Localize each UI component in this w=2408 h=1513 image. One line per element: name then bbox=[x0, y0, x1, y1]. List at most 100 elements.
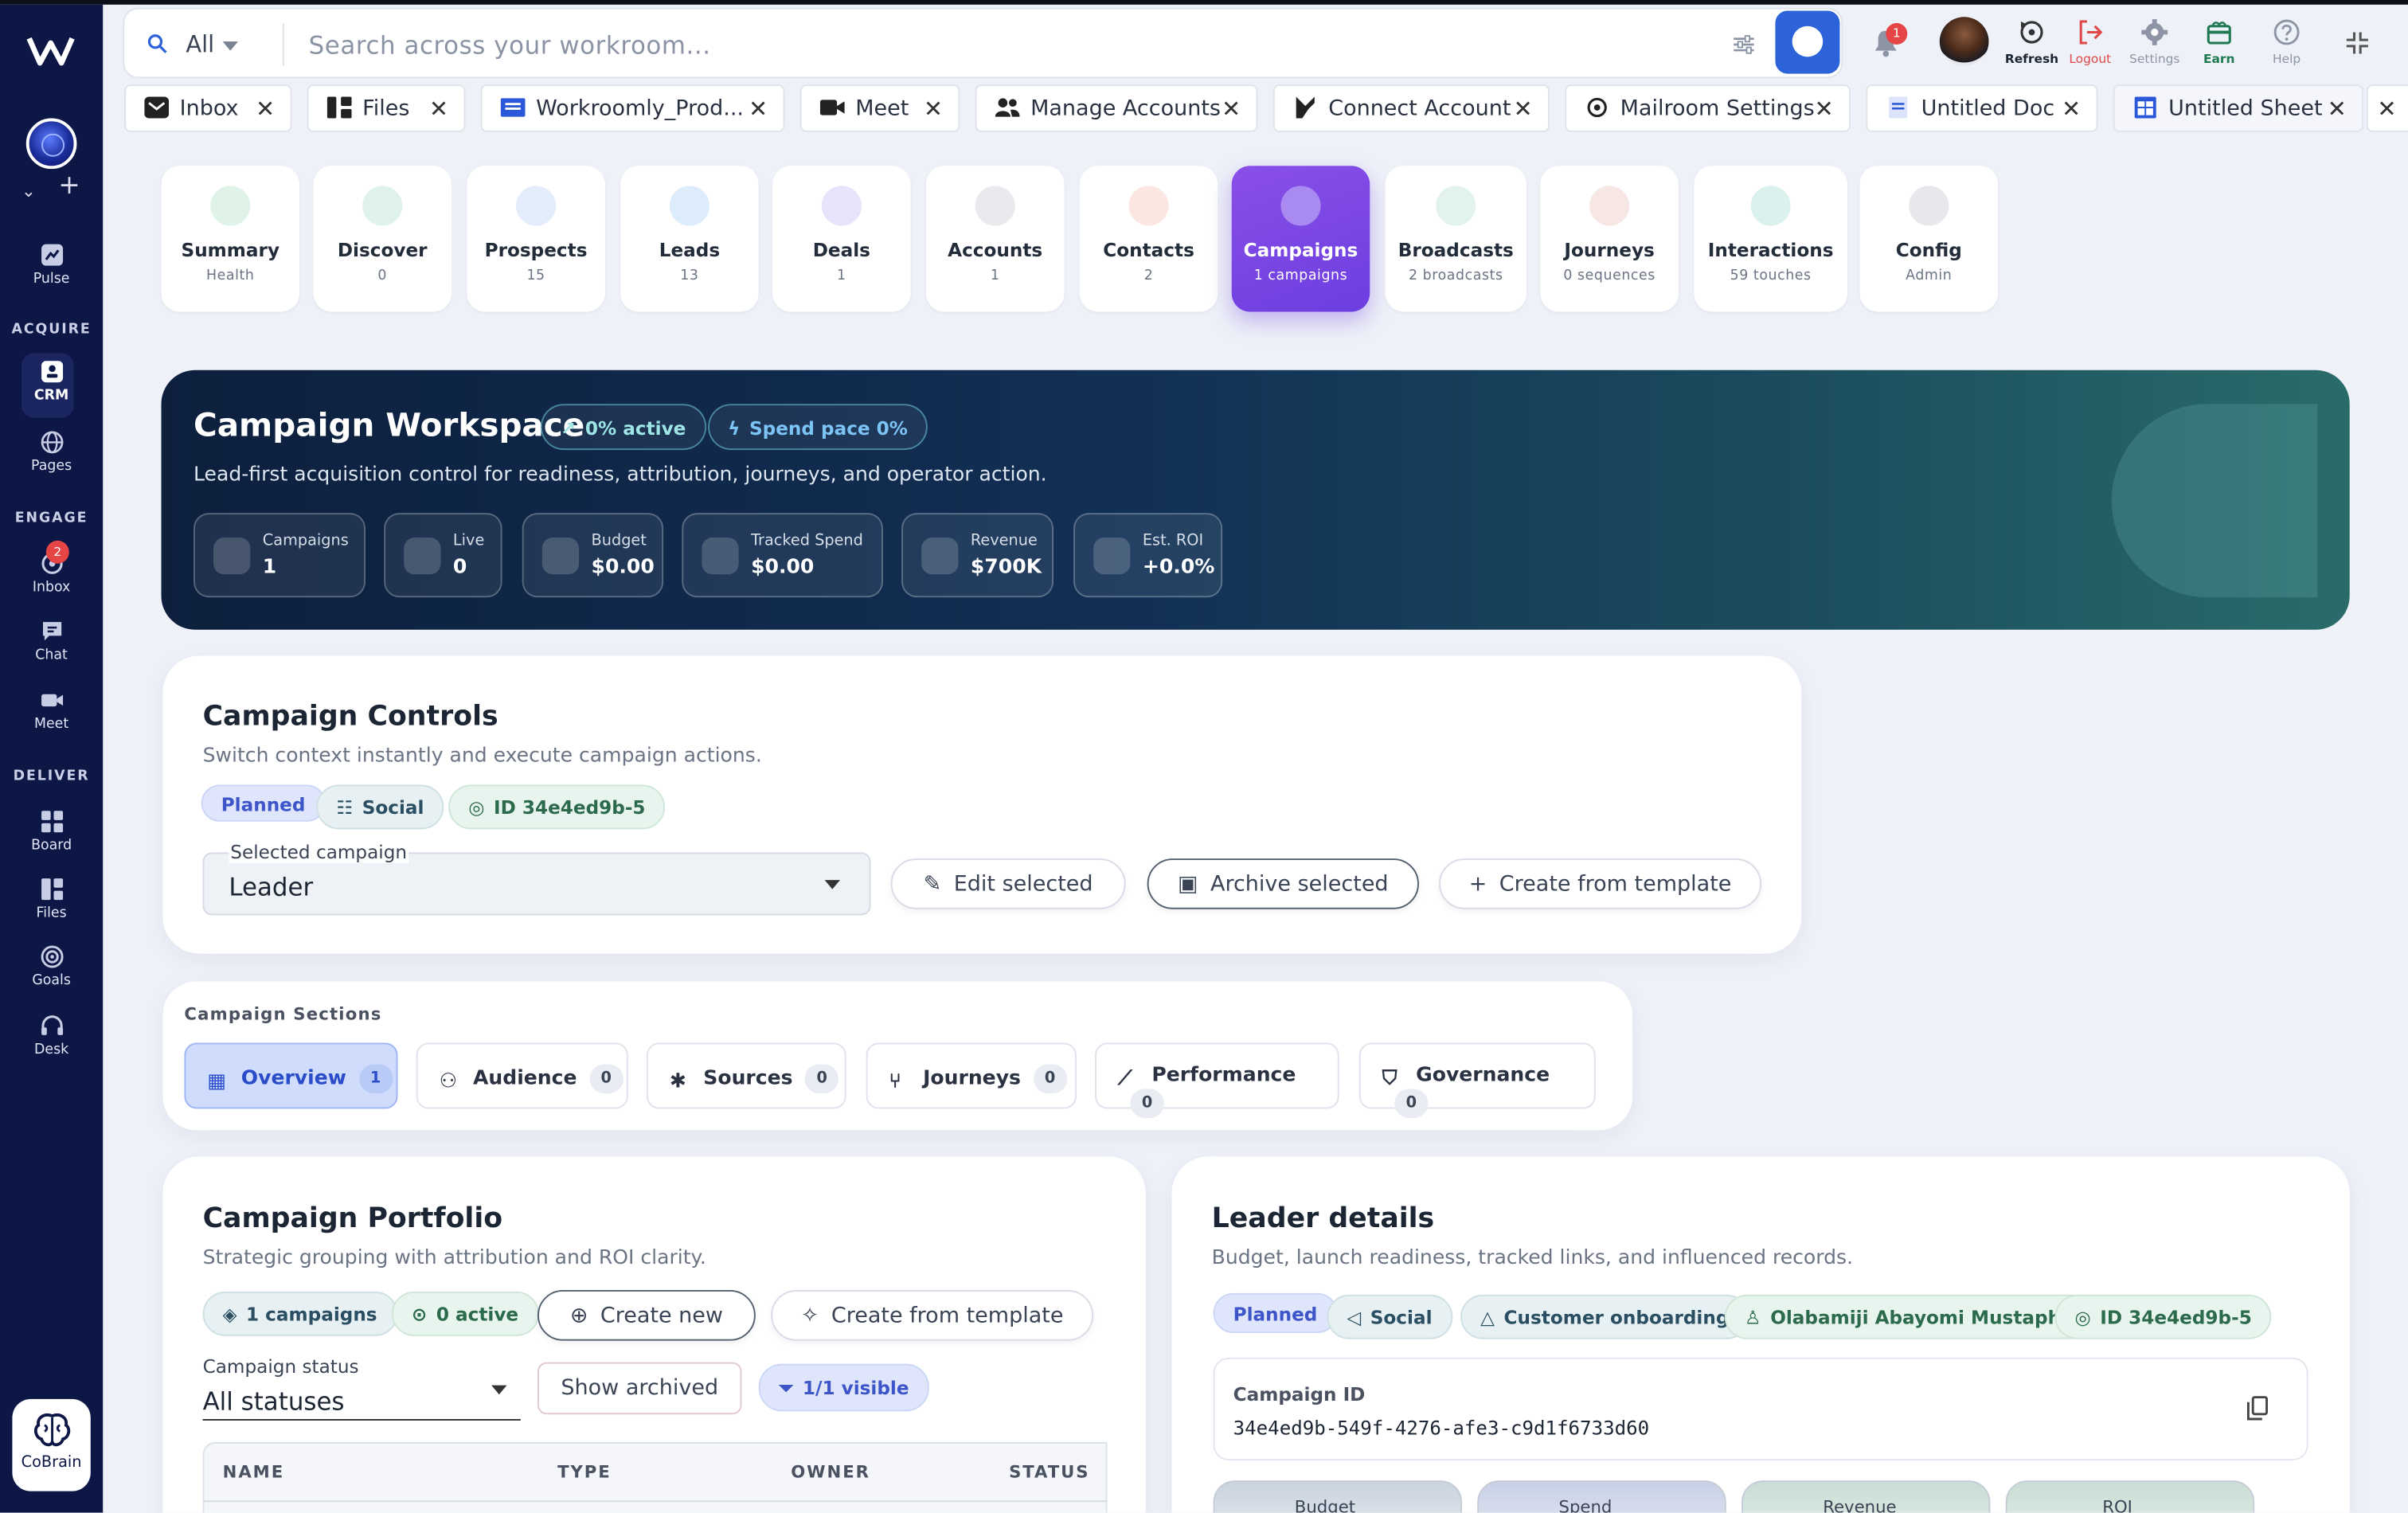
sidebar-item-meet[interactable]: Meet bbox=[0, 688, 103, 733]
tab-untitled-sheet[interactable]: Untitled Sheet ✕ bbox=[2113, 84, 2364, 132]
chevron-down-icon[interactable]: ⌄ bbox=[22, 182, 36, 201]
module-tile-prospects[interactable]: Prospects 15 bbox=[467, 166, 605, 312]
sidebar-item-pulse[interactable]: Pulse bbox=[0, 243, 103, 287]
metric-label: Spend bbox=[1558, 1497, 1612, 1513]
copy-icon[interactable] bbox=[2246, 1396, 2269, 1421]
tab-label: Governance bbox=[1416, 1064, 1550, 1088]
module-tile-accounts[interactable]: Accounts 1 bbox=[925, 166, 1065, 312]
filter-sliders-icon[interactable] bbox=[1732, 33, 1755, 55]
sidebar-item-chat[interactable]: Chat bbox=[0, 619, 103, 663]
earn-button[interactable]: Earn bbox=[2195, 18, 2244, 66]
tab-mailroom-settings[interactable]: Mailroom Settings ✕ bbox=[1565, 84, 1851, 132]
stat-tracked-spend: Tracked Spend $0.00 bbox=[682, 513, 883, 598]
global-search: All Search across your workroom... bbox=[123, 7, 1843, 79]
app-logo-icon[interactable] bbox=[26, 29, 76, 72]
tab-connect-account[interactable]: Connect Account ✕ bbox=[1272, 84, 1550, 132]
create-from-template-button[interactable]: + Create from template bbox=[1439, 858, 1762, 909]
sidebar-item-board[interactable]: Board bbox=[0, 809, 103, 854]
tab-workroomly-prod[interactable]: Workroomly_Prod... ✕ bbox=[480, 84, 785, 132]
column-header-owner[interactable]: OWNER bbox=[791, 1462, 870, 1482]
refresh-button[interactable]: Refresh bbox=[2001, 18, 2062, 66]
close-icon[interactable]: ✕ bbox=[2062, 96, 2081, 123]
column-header-name[interactable]: NAME bbox=[223, 1462, 285, 1482]
tab-label: Untitled Doc bbox=[1921, 96, 2055, 122]
close-icon[interactable]: ✕ bbox=[1513, 96, 1532, 123]
selected-campaign-select[interactable]: Selected campaign Leader bbox=[202, 841, 871, 916]
close-icon[interactable]: ✕ bbox=[2328, 96, 2347, 123]
close-icon[interactable]: ✕ bbox=[749, 96, 768, 123]
sidebar-item-files[interactable]: Files bbox=[0, 877, 103, 921]
headset-icon bbox=[41, 1015, 63, 1035]
tab-sources[interactable]: ✱ Sources 0 bbox=[646, 1042, 846, 1109]
module-count: 0 bbox=[377, 268, 388, 284]
tab-governance[interactable]: ⛉ Governance0 bbox=[1358, 1042, 1596, 1118]
module-tile-contacts[interactable]: Contacts 2 bbox=[1079, 166, 1218, 312]
help-button[interactable]: Help bbox=[2264, 18, 2310, 66]
create-from-template-button[interactable]: ✧ Create from template bbox=[771, 1289, 1094, 1341]
visible-count-chip[interactable]: ⏷ 1/1 visible bbox=[758, 1363, 929, 1412]
metric-card-spend: Spend bbox=[1477, 1480, 1726, 1513]
tab-manage-accounts[interactable]: Manage Accounts ✕ bbox=[975, 84, 1258, 132]
module-label: Deals bbox=[812, 239, 870, 261]
tab-inbox[interactable]: Inbox ✕ bbox=[124, 84, 292, 132]
refresh-label: Refresh bbox=[2004, 52, 2059, 66]
tab-overview[interactable]: ▦ Overview 1 bbox=[184, 1042, 398, 1109]
close-icon[interactable]: ✕ bbox=[429, 96, 448, 123]
sidebar-item-desk[interactable]: Desk bbox=[0, 1014, 103, 1058]
brain-icon bbox=[33, 1413, 70, 1447]
module-tile-interactions[interactable]: Interactions 59 touches bbox=[1694, 166, 1848, 312]
module-tile-summary[interactable]: Summary Health bbox=[161, 166, 300, 312]
stat-value: +0.0% bbox=[1142, 556, 1215, 580]
sidebar-item-pages[interactable]: Pages bbox=[0, 430, 103, 475]
edit-selected-button[interactable]: ✎ Edit selected bbox=[890, 858, 1126, 909]
cobrain-button[interactable]: CoBrain bbox=[12, 1398, 91, 1491]
module-tile-deals[interactable]: Deals 1 bbox=[772, 166, 911, 312]
show-archived-button[interactable]: Show archived bbox=[537, 1362, 742, 1415]
search-scope-select[interactable]: All bbox=[186, 31, 214, 59]
tab-untitled-doc[interactable]: Untitled Doc ✕ bbox=[1866, 84, 2098, 132]
ai-search-button[interactable] bbox=[1775, 10, 1840, 74]
sidebar-item-goals[interactable]: Goals bbox=[0, 944, 103, 989]
section-title: Campaign Controls bbox=[202, 700, 498, 733]
tab-journeys[interactable]: ⑂ Journeys 0 bbox=[866, 1042, 1077, 1109]
archive-selected-button[interactable]: ▣ Archive selected bbox=[1147, 858, 1419, 909]
module-tile-broadcasts[interactable]: Broadcasts 2 broadcasts bbox=[1385, 166, 1526, 312]
workspace-avatar[interactable] bbox=[25, 118, 77, 170]
divider bbox=[282, 22, 284, 66]
create-new-button[interactable]: ⊕ Create new bbox=[537, 1289, 756, 1341]
close-icon[interactable]: ✕ bbox=[2377, 96, 2396, 123]
tab-label: Inbox bbox=[179, 96, 239, 122]
settings-button[interactable]: Settings bbox=[2124, 18, 2185, 66]
module-tile-campaigns[interactable]: Campaigns 1 campaigns bbox=[1231, 166, 1370, 312]
stat-est-roi: Est. ROI +0.0% bbox=[1073, 513, 1223, 598]
tab-label: Untitled Sheet bbox=[2168, 96, 2323, 122]
box-icon bbox=[821, 186, 862, 226]
section-title: Campaign Sections bbox=[184, 1004, 382, 1025]
campaign-status-select[interactable]: Campaign status All statuses bbox=[202, 1356, 521, 1421]
add-workspace-icon[interactable]: + bbox=[58, 173, 80, 200]
user-avatar[interactable] bbox=[1939, 17, 1989, 66]
sidebar-label: Meet bbox=[34, 717, 69, 733]
search-input[interactable]: Search across your workroom... bbox=[309, 31, 711, 61]
close-icon[interactable]: ✕ bbox=[256, 96, 275, 123]
tab-performance[interactable]: ⟋ Performance0 bbox=[1095, 1042, 1339, 1118]
column-header-status[interactable]: STATUS bbox=[1009, 1462, 1089, 1482]
tab-audience[interactable]: ⚇ Audience 0 bbox=[416, 1042, 628, 1109]
module-tile-config[interactable]: Config Admin bbox=[1859, 166, 1999, 312]
column-header-type[interactable]: TYPE bbox=[557, 1462, 612, 1482]
module-tile-discover[interactable]: Discover 0 bbox=[313, 166, 452, 312]
close-icon[interactable]: ✕ bbox=[1814, 96, 1833, 123]
module-tile-leads[interactable]: Leads 13 bbox=[620, 166, 759, 312]
stat-icon bbox=[921, 537, 959, 575]
close-icon[interactable]: ✕ bbox=[1222, 96, 1241, 123]
tab-overflow[interactable]: ✕ bbox=[2366, 84, 2408, 132]
tab-files[interactable]: Files ✕ bbox=[307, 84, 466, 132]
sidebar: ⌄ + Pulse ACQUIRE CRM Pages ENGAGE Inbox… bbox=[0, 4, 104, 1513]
module-tile-journeys[interactable]: Journeys 0 sequences bbox=[1540, 166, 1679, 312]
close-icon[interactable]: ✕ bbox=[924, 96, 943, 123]
logout-button[interactable]: Logout bbox=[2061, 18, 2119, 66]
sidebar-item-crm[interactable]: CRM bbox=[0, 359, 103, 404]
tab-meet[interactable]: Meet ✕ bbox=[799, 84, 960, 132]
tab-label: Overview bbox=[240, 1067, 346, 1091]
collapse-icon[interactable] bbox=[2345, 31, 2370, 56]
